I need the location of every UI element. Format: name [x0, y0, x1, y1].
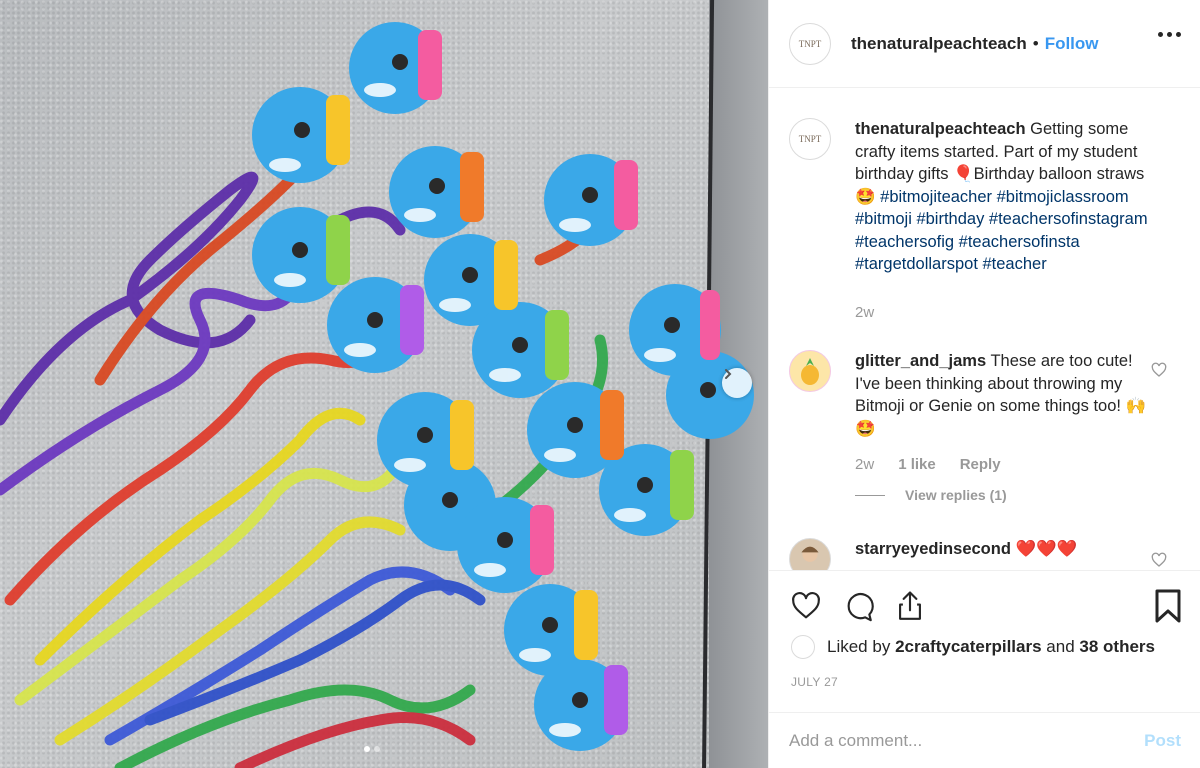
comment-item: glitter_and_jams These are too cute! I'v… — [789, 350, 1189, 503]
likes-prefix: Liked by — [827, 637, 891, 656]
post-side-panel: TNPT thenaturalpeachteach • Follow TNPT … — [768, 0, 1200, 768]
likes-summary: Liked by 2craftycaterpillars and 38 othe… — [791, 635, 1155, 659]
caption-username[interactable]: thenaturalpeachteach — [855, 120, 1026, 138]
caption: TNPT thenaturalpeachteach Getting some c… — [789, 118, 1189, 321]
post-date[interactable]: JULY 27 — [791, 675, 838, 689]
comment-meta: 2w 1 like Reply — [855, 456, 1189, 473]
like-heart-icon[interactable] — [789, 589, 823, 623]
post-header: TNPT thenaturalpeachteach • Follow — [769, 0, 1200, 88]
add-comment-bar: Post — [769, 712, 1200, 768]
comment-bubble-icon[interactable] — [841, 589, 875, 623]
caption-time[interactable]: 2w — [855, 304, 874, 321]
share-icon[interactable] — [893, 589, 927, 623]
comment-username[interactable]: starryeyedinsecond — [855, 540, 1011, 558]
caption-meta: 2w — [855, 304, 1189, 321]
caption-avatar[interactable]: TNPT — [789, 118, 831, 160]
comment-likes-count[interactable]: 1 like — [898, 456, 936, 473]
commenter-avatar[interactable] — [789, 538, 831, 570]
chevron-right-icon — [725, 369, 732, 379]
author-avatar[interactable]: TNPT — [789, 22, 831, 65]
comment-item: starryeyedinsecond ❤️❤️❤️ — [789, 538, 1189, 570]
comment-text-block: glitter_and_jams These are too cute! I'v… — [855, 350, 1155, 440]
likes-others-count[interactable]: 38 others — [1079, 637, 1155, 657]
comment-like-icon[interactable] — [1151, 362, 1167, 378]
reply-button[interactable]: Reply — [960, 456, 1001, 473]
comment-text: ❤️❤️❤️ — [1015, 540, 1078, 558]
comment-like-icon[interactable] — [1151, 552, 1167, 568]
action-icons — [789, 589, 927, 623]
separator-dot: • — [1032, 33, 1039, 53]
carousel-indicator — [364, 746, 380, 752]
more-options-icon[interactable] — [1158, 32, 1181, 37]
straws-illustration — [0, 22, 754, 768]
comment-time[interactable]: 2w — [855, 456, 874, 473]
view-replies-label: View replies (1) — [905, 487, 1007, 503]
post-actions: Liked by 2craftycaterpillars and 38 othe… — [769, 570, 1200, 718]
view-replies-line — [855, 494, 885, 496]
liker-username[interactable]: 2craftycaterpillars — [895, 637, 1041, 657]
profile-photo-icon — [801, 546, 819, 562]
avatar-logo: TNPT — [798, 134, 822, 144]
avatar-logo: TNPT — [798, 38, 822, 49]
carousel-next-button[interactable] — [722, 368, 752, 398]
carousel-dot-active — [364, 746, 370, 752]
comments-list: TNPT thenaturalpeachteach Getting some c… — [769, 88, 1200, 570]
post-photo[interactable] — [0, 0, 768, 768]
caption-text-block: thenaturalpeachteach Getting some crafty… — [855, 118, 1155, 276]
comment-username[interactable]: glitter_and_jams — [855, 352, 986, 370]
pineapple-icon — [801, 358, 819, 385]
post-comment-button[interactable]: Post — [1144, 731, 1181, 751]
author-username[interactable]: thenaturalpeachteach — [851, 34, 1027, 54]
view-replies-button[interactable]: View replies (1) — [855, 487, 1189, 503]
follow-button[interactable]: Follow — [1045, 34, 1099, 54]
carousel-dot — [374, 746, 380, 752]
comment-text-block: starryeyedinsecond ❤️❤️❤️ — [855, 538, 1155, 561]
liker-avatar[interactable] — [791, 635, 815, 659]
caption-hashtags[interactable]: #bitmojiteacher #bitmojiclassroom #bitmo… — [855, 188, 1148, 274]
bookmark-icon[interactable] — [1153, 589, 1183, 623]
commenter-avatar[interactable] — [789, 350, 831, 392]
add-comment-input[interactable] — [789, 730, 1145, 751]
likes-and: and — [1046, 637, 1075, 656]
